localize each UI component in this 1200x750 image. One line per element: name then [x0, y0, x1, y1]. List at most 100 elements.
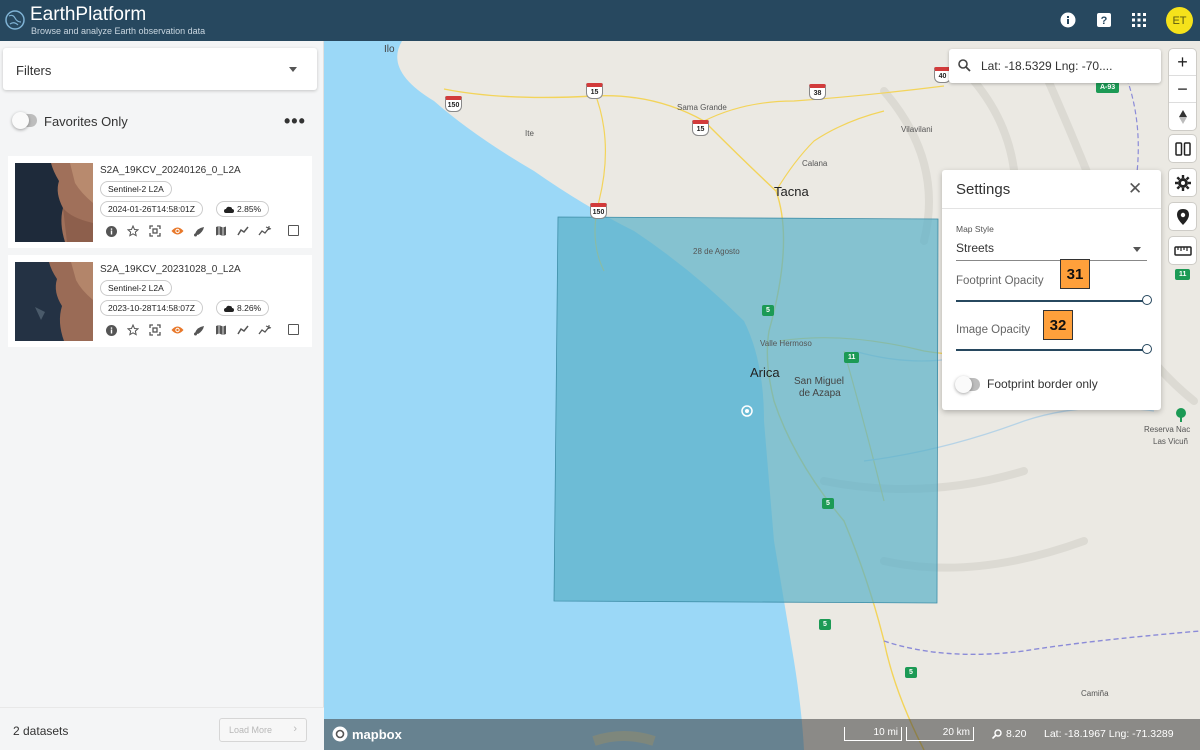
brush-icon[interactable]: [192, 224, 206, 238]
map-icon[interactable]: [214, 224, 228, 238]
filters-panel[interactable]: Filters: [3, 48, 317, 90]
map-label: Vilavilani: [901, 125, 933, 134]
timeseries-chart-icon[interactable]: [236, 224, 250, 238]
user-avatar[interactable]: ET: [1166, 7, 1193, 34]
map-label: Camiña: [1081, 689, 1109, 698]
cloud-cover-value: 8.26%: [237, 303, 262, 313]
route-shield: 11: [844, 352, 860, 363]
compare-chart-icon[interactable]: [258, 323, 272, 337]
measure-button[interactable]: [1169, 237, 1196, 264]
timeseries-chart-icon[interactable]: [236, 323, 250, 337]
zoom-to-extent-icon[interactable]: [148, 323, 162, 337]
dataset-thumbnail[interactable]: [15, 163, 93, 242]
info-icon[interactable]: [104, 323, 118, 337]
map-label: Ite: [525, 129, 534, 138]
map-view[interactable]: Ilo Ite Sama Grande Calana Tacna Vilavil…: [324, 41, 1200, 750]
cloud-cover-chip: 2.85%: [216, 201, 270, 217]
highway-shield: 38: [809, 84, 826, 100]
footprint-opacity-thumb[interactable]: [1142, 295, 1152, 305]
dataset-card[interactable]: S2A_19KCV_20240126_0_L2A Sentinel-2 L2A …: [8, 156, 312, 248]
annotation-badge: 32: [1043, 310, 1073, 340]
chevron-down-icon[interactable]: [289, 67, 297, 72]
top-bar: EarthPlatform Browse and analyze Earth o…: [0, 0, 1200, 41]
settings-button[interactable]: [1169, 169, 1196, 196]
settings-title: Settings: [956, 181, 1011, 198]
map-label: Ilo: [384, 44, 395, 55]
info-icon[interactable]: [104, 224, 118, 238]
collection-chip: Sentinel-2 L2A: [100, 280, 172, 296]
scale-bar-km: 20 km: [906, 727, 974, 741]
datetime-chip: 2024-01-26T14:58:01Z: [100, 201, 203, 217]
dataset-select-checkbox[interactable]: [288, 225, 299, 236]
image-opacity-thumb[interactable]: [1142, 344, 1152, 354]
footprint-opacity-label: Footprint Opacity: [956, 275, 1044, 287]
map-icon[interactable]: [214, 323, 228, 337]
footprint-border-label: Footprint border only: [987, 377, 1098, 391]
visibility-eye-icon[interactable]: [170, 323, 184, 337]
filters-label: Filters: [16, 63, 52, 78]
highway-shield: 15: [586, 83, 603, 99]
help-icon[interactable]: ?: [1095, 11, 1113, 29]
image-opacity-slider[interactable]: [956, 349, 1147, 351]
close-icon[interactable]: ✕: [1128, 179, 1142, 199]
zoom-in-button[interactable]: +: [1169, 49, 1196, 76]
map-style-select[interactable]: Streets: [956, 241, 994, 255]
route-shield: 11: [1175, 269, 1191, 280]
cursor-coordinates: Lat: -18.1967 Lng: -71.3289: [1044, 728, 1174, 740]
datetime-chip: 2023-10-28T14:58:07Z: [100, 300, 203, 316]
search-icon: [958, 59, 971, 72]
brush-icon[interactable]: [192, 323, 206, 337]
dataset-tools: [104, 224, 280, 238]
chevron-right-icon: ›: [293, 723, 297, 735]
highway-shield: 150: [445, 96, 462, 112]
location-pin-button[interactable]: [1169, 203, 1196, 230]
search-input[interactable]: Lat: -18.5329 Lng: -70....: [981, 59, 1112, 73]
zoom-to-extent-icon[interactable]: [148, 224, 162, 238]
map-label: Las Vicuñ: [1153, 437, 1188, 446]
more-options-icon[interactable]: •••: [284, 111, 306, 132]
map-status-bar: mapbox 10 mi 20 km 8.20 Lat: -18.1967 Ln…: [324, 719, 1200, 750]
zoom-level: 8.20: [992, 728, 1026, 740]
info-icon[interactable]: [1059, 11, 1077, 29]
compass-button[interactable]: [1169, 103, 1196, 130]
map-label: 28 de Agosto: [693, 247, 740, 256]
image-opacity-label: Image Opacity: [956, 324, 1031, 336]
footprint-border-toggle[interactable]: [955, 376, 980, 393]
mapbox-icon: [332, 726, 348, 742]
app-title: EarthPlatform: [30, 4, 147, 25]
map-label: San Miguel: [794, 376, 845, 387]
chevron-down-icon[interactable]: [1133, 247, 1141, 252]
route-shield: 5: [762, 305, 774, 316]
map-pin-icon: [1176, 208, 1189, 225]
app-subtitle: Browse and analyze Earth observation dat…: [31, 26, 206, 36]
settings-panel: Settings ✕ Map Style Streets Footprint O…: [942, 170, 1161, 410]
favorites-toggle[interactable]: [12, 112, 37, 129]
mapbox-wordmark: mapbox: [352, 726, 402, 742]
dataset-thumbnail[interactable]: [15, 262, 93, 341]
apps-grid-icon[interactable]: [1130, 11, 1148, 29]
compare-chart-icon[interactable]: [258, 224, 272, 238]
compass-icon: [1178, 109, 1187, 124]
star-icon[interactable]: [126, 224, 140, 238]
compare-split-button[interactable]: [1169, 135, 1196, 162]
dataset-select-checkbox[interactable]: [288, 324, 299, 335]
dataset-title: S2A_19KCV_20231028_0_L2A: [100, 264, 241, 275]
map-label: Valle Hermoso: [760, 339, 812, 348]
load-more-button[interactable]: Load More ›: [219, 718, 307, 742]
highway-shield: 150: [590, 203, 607, 219]
route-shield: 5: [822, 498, 834, 509]
zoom-value: 8.20: [1006, 728, 1027, 740]
map-label: Arica: [750, 365, 780, 380]
favorites-label: Favorites Only: [44, 114, 128, 129]
dataset-card[interactable]: S2A_19KCV_20231028_0_L2A Sentinel-2 L2A …: [8, 255, 312, 347]
visibility-eye-icon[interactable]: [170, 224, 184, 238]
cloud-icon: [224, 206, 234, 213]
coordinate-search-box[interactable]: Lat: -18.5329 Lng: -70....: [949, 49, 1161, 83]
select-underline: [956, 260, 1147, 261]
zoom-out-button[interactable]: −: [1169, 76, 1196, 103]
footprint-opacity-slider[interactable]: [956, 300, 1147, 302]
map-label: Calana: [802, 159, 828, 168]
star-icon[interactable]: [126, 323, 140, 337]
annotation-badge: 31: [1060, 259, 1090, 289]
mapbox-logo[interactable]: mapbox: [332, 726, 402, 742]
